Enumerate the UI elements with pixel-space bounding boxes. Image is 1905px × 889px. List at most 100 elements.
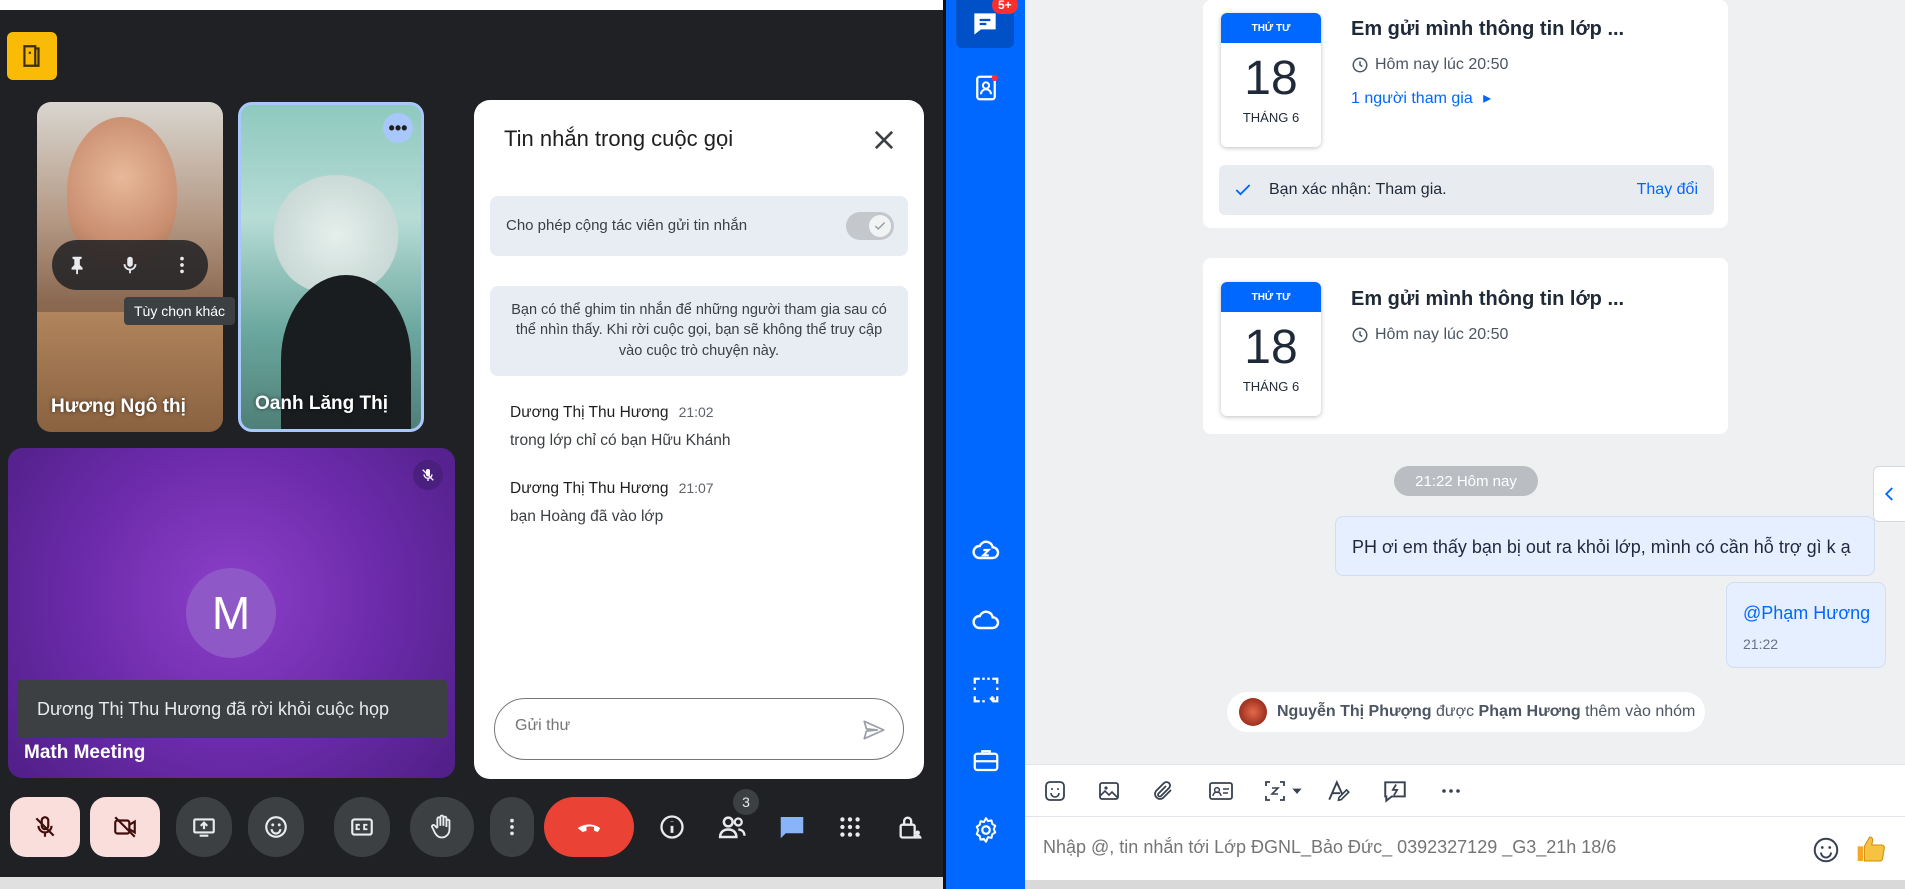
zcloud-nav-button[interactable] [968, 532, 1004, 568]
briefcase-icon [973, 750, 999, 772]
pin-icon[interactable] [60, 247, 96, 283]
participant-tile-2[interactable]: ••• Oanh Lăng Thị [238, 102, 424, 432]
host-controls-button[interactable] [886, 797, 934, 857]
raise-hand-icon [431, 814, 451, 839]
more-options-button[interactable] [490, 797, 534, 857]
taskbar-strip [0, 877, 946, 889]
image-button[interactable] [1093, 775, 1125, 807]
message-input[interactable] [1043, 837, 1803, 858]
screenshot-nav-button[interactable] [968, 672, 1004, 708]
activities-button[interactable] [826, 797, 874, 857]
check-icon [869, 215, 891, 237]
messages-nav-button[interactable]: 5+ [956, 0, 1018, 48]
emoji-reaction-button[interactable] [248, 797, 304, 857]
attach-file-button[interactable] [1147, 775, 1179, 807]
message-text: bạn Hoàng đã vào lớp [510, 508, 664, 525]
compose-area [1025, 816, 1905, 880]
mic-off-button[interactable] [10, 797, 80, 857]
check-icon [1235, 184, 1251, 196]
info-icon [660, 815, 684, 839]
event-card[interactable]: THỨ TƯ 18 THÁNG 6 Em gửi mình thông tin … [1203, 258, 1728, 434]
allow-messages-setting: Cho phép cộng tác viên gửi tin nhắn [490, 196, 908, 256]
chat-button[interactable] [768, 797, 816, 857]
contacts-nav-button[interactable] [968, 70, 1004, 106]
meeting-details-button[interactable] [648, 797, 696, 857]
time-separator: 21:22 Hôm nay [1394, 466, 1538, 496]
change-link[interactable]: Thay đổi [1637, 181, 1698, 199]
chat-message: Dương Thị Thu Hương 21:07 bạn Hoàng đã và… [510, 480, 714, 526]
meet-top-strip [0, 0, 946, 10]
notice-actor[interactable]: Nguyễn Thị Phượng [1277, 703, 1432, 720]
group-notice: Nguyễn Thị Phượng được Phạm Hương thêm v… [1227, 692, 1705, 732]
calendar-month: THÁNG 6 [1242, 379, 1300, 394]
quick-message-button[interactable] [1379, 775, 1411, 807]
text-format-button[interactable] [1323, 775, 1355, 807]
message-bubble[interactable]: PH ơi em thấy bạn bị out ra khỏi lớp, mì… [1335, 516, 1875, 576]
event-card[interactable]: THỨ TƯ 18 THÁNG 6 Em gửi mình thông tin … [1203, 0, 1728, 228]
screenshot-options-dropdown[interactable] [1287, 775, 1307, 807]
raise-hand-button[interactable] [410, 797, 474, 857]
message-time: 21:07 [678, 480, 714, 496]
camera-off-button[interactable] [90, 797, 160, 857]
contacts-book-icon [976, 74, 998, 101]
emoji-icon[interactable] [1811, 835, 1841, 865]
text-format-icon [1328, 779, 1350, 802]
calendar-weekday: THỨ TƯ [1221, 13, 1321, 43]
image-icon [1099, 782, 1119, 800]
notice-target[interactable]: Phạm Hương [1479, 703, 1581, 720]
present-screen-button[interactable] [176, 797, 232, 857]
send-contact-button[interactable] [1205, 775, 1237, 807]
sticker-button[interactable] [1039, 775, 1071, 807]
chevron-left-icon [1884, 487, 1893, 501]
calendar-day: 18 [1244, 321, 1298, 374]
smiley-icon [265, 816, 287, 838]
play-triangle-icon: ▸ [1483, 90, 1492, 107]
notice-end: thêm vào nhóm [1585, 703, 1696, 720]
microphone-icon[interactable] [112, 247, 148, 283]
side-panel-toggle[interactable] [1873, 466, 1905, 522]
attendance-confirmation: Bạn xác nhận: Tham gia. Thay đổi [1219, 165, 1714, 215]
message-text: trong lớp chỉ có bạn Hữu Khánh [510, 432, 731, 449]
meet-control-bar [0, 797, 946, 867]
clock-icon [1352, 327, 1368, 343]
participant-name: Hương Ngô thị [51, 396, 186, 417]
zalo-chat-area: THỨ TƯ 18 THÁNG 6 Em gửi mình thông tin … [1025, 0, 1905, 889]
toolbox-nav-button[interactable] [968, 742, 1004, 778]
event-title: Em gửi mình thông tin lớp ... [1351, 18, 1625, 40]
calendar-badge: THỨ TƯ 18 THÁNG 6 [1221, 13, 1321, 147]
participants-link[interactable]: 1 người tham gia ▸ [1351, 88, 1491, 108]
screenshot-icon [1265, 781, 1285, 801]
screenshot-capture-icon [973, 677, 999, 703]
allow-messages-toggle[interactable] [846, 212, 894, 240]
tile-more-icon[interactable]: ••• [383, 113, 413, 143]
participant-name: Oanh Lăng Thị [255, 393, 388, 414]
calendar-month: THÁNG 6 [1242, 110, 1300, 125]
zcloud-icon [972, 540, 1000, 560]
cloud-nav-button[interactable] [968, 602, 1004, 638]
confirmation-text: Bạn xác nhận: Tham gia. [1269, 181, 1447, 198]
participant-left-toast: Dương Thị Thu Hương đã rời khỏi cuộc họp [17, 680, 447, 738]
leave-call-button[interactable] [544, 797, 634, 857]
message-bubble[interactable]: @Phạm Hương 21:22 [1726, 582, 1886, 668]
captions-button[interactable] [334, 797, 390, 857]
event-time-text: Hôm nay lúc 20:50 [1375, 56, 1509, 73]
thumbs-up-icon[interactable] [1855, 833, 1887, 865]
message-time: 21:02 [678, 404, 714, 420]
sticker-icon [1045, 781, 1065, 801]
settings-nav-button[interactable] [968, 812, 1004, 848]
in-call-messages-panel: Tin nhắn trong cuộc gọi Cho phép cộng tá… [474, 100, 924, 779]
more-options-icon[interactable] [164, 247, 200, 283]
close-icon[interactable] [870, 126, 898, 154]
more-vertical-icon [510, 818, 514, 836]
mic-off-icon [35, 816, 55, 837]
more-tools-button[interactable] [1435, 775, 1467, 807]
meeting-info-door-icon[interactable] [7, 32, 57, 80]
send-icon[interactable] [861, 717, 887, 743]
event-time-text: Hôm nay lúc 20:50 [1375, 326, 1509, 343]
chat-bubble-icon [780, 817, 804, 839]
pin-info-note: Bạn có thể ghim tin nhắn để những người … [490, 286, 908, 376]
compose-toolbar [1025, 764, 1905, 816]
mention-text[interactable]: @Phạm Hương [1743, 603, 1870, 624]
chat-message-input[interactable] [515, 717, 845, 735]
taskbar-strip [1025, 880, 1905, 889]
